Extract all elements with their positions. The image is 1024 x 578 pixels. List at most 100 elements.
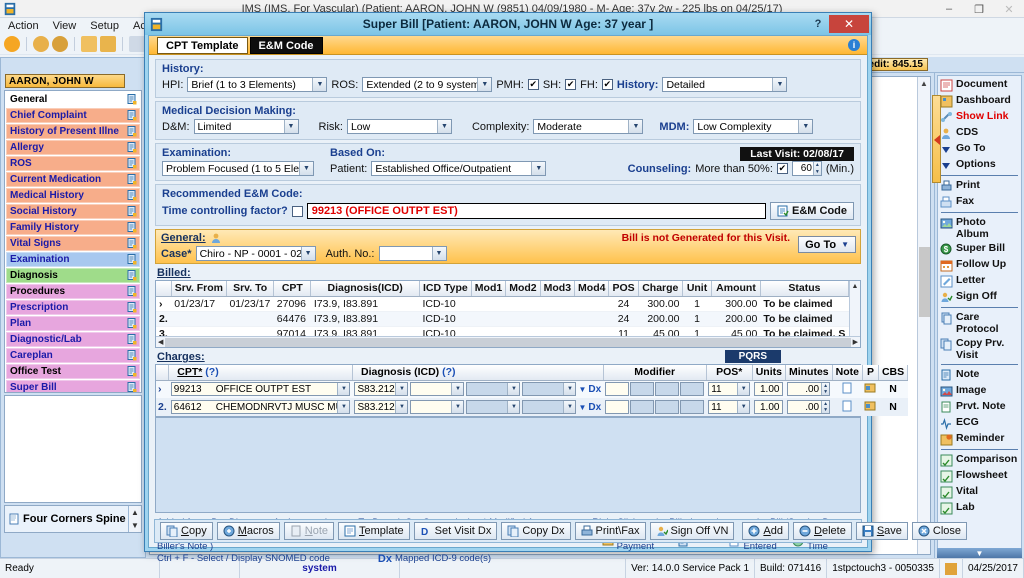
sidebar-item-super-bill[interactable]: Super Bill	[6, 380, 140, 393]
hpi-select[interactable]: Brief (1 to 3 Elements) ▼	[187, 77, 328, 92]
rail-item-note[interactable]: Note	[938, 367, 1021, 383]
stepper-arrows-icon[interactable]: ▲ ▼	[821, 401, 830, 413]
pos-select[interactable]: 11 ▼	[708, 400, 751, 414]
cell-modifier[interactable]	[603, 398, 706, 416]
cpt-select[interactable]: 99213 OFFICE OUTPT EST ▼	[170, 382, 351, 397]
sidebar-item-procedures[interactable]: Procedures	[6, 284, 140, 299]
section-document-icon[interactable]	[127, 222, 137, 233]
template-selector[interactable]: Four Corners Spine Ne ▲ ▼	[4, 505, 142, 533]
pqrs-badge[interactable]: PQRS	[724, 350, 781, 363]
modifier-3[interactable]	[655, 400, 680, 414]
patient-type-select[interactable]: Established Office/Outpatient ▼	[371, 161, 547, 176]
cell-minutes[interactable]: .00 ▲ ▼	[785, 380, 832, 398]
time-factor-checkbox[interactable]	[291, 205, 303, 217]
add-patient-icon[interactable]	[33, 36, 49, 52]
section-document-icon[interactable]	[127, 318, 137, 329]
delete-button[interactable]: Delete	[793, 522, 852, 540]
cell-modifier[interactable]	[603, 380, 706, 398]
sidebar-item-careplan[interactable]: Careplan	[6, 348, 140, 363]
table-row[interactable]: 2. 64612 CHEMODNRVTJ MUSC MUS ▼ S83.212A ▼ ▼ ▼ ▼…	[156, 398, 908, 416]
cpt-select[interactable]: 64612 CHEMODNRVTJ MUSC MUS ▼	[170, 400, 351, 414]
stepper-arrows-icon[interactable]: ▲ ▼	[812, 162, 821, 175]
table-row[interactable]: 3. 97014 I73.9, I83.891 ICD-10 11 45.00 1 45.00…	[156, 326, 849, 336]
payment-icon[interactable]	[864, 382, 876, 394]
dx-icon[interactable]: Dx	[588, 402, 601, 413]
section-document-icon[interactable]	[127, 366, 137, 377]
dx-icon[interactable]: Dx	[588, 384, 601, 395]
units-input[interactable]: 1.00	[754, 382, 784, 397]
tab-em-code[interactable]: E&M Code	[249, 37, 323, 54]
note-icon[interactable]	[841, 382, 853, 394]
scroll-right-arrow[interactable]: ▶	[853, 338, 858, 346]
dx4-select[interactable]: ▼	[522, 400, 577, 414]
rail-item-image[interactable]: Image	[938, 383, 1021, 399]
menu-view[interactable]: View	[53, 20, 77, 32]
cell-cpt[interactable]: 64612 CHEMODNRVTJ MUSC MUS ▼	[169, 398, 353, 416]
table-row[interactable]: 2. 64476 I73.9, I83.891 ICD-10 24 200.00 1 200.…	[156, 311, 849, 327]
dx1-select[interactable]: S83.212A ▼	[354, 382, 409, 397]
edit-patient-icon[interactable]	[52, 36, 68, 52]
scroll-left-arrow[interactable]: ◀	[158, 338, 163, 346]
rail-item-vital[interactable]: Vital	[938, 484, 1021, 500]
section-document-icon[interactable]	[127, 286, 137, 297]
section-document-icon[interactable]	[127, 142, 137, 153]
cell-units[interactable]: 1.00	[752, 398, 785, 416]
section-document-icon[interactable]	[127, 206, 137, 217]
rail-item-cds[interactable]: CDS	[938, 125, 1021, 141]
counseling-minutes-stepper[interactable]: 60 ▲ ▼	[791, 161, 822, 176]
sidebar-item-social-history[interactable]: Social History	[6, 204, 140, 219]
copy-button[interactable]: Copy	[160, 522, 213, 540]
template-button[interactable]: Template	[338, 522, 410, 540]
modifier-3[interactable]	[655, 382, 680, 397]
risk-select[interactable]: Low ▼	[346, 119, 452, 134]
pmh-checkbox[interactable]: ✔	[527, 79, 539, 90]
rail-item-prvt-note[interactable]: Prvt. Note	[938, 399, 1021, 415]
note-vertical-scrollbar[interactable]: ▲	[917, 77, 930, 554]
sidebar-item-examination[interactable]: Examination	[6, 252, 140, 267]
dx2-select[interactable]: ▼	[410, 382, 465, 397]
macros-button[interactable]: Macros	[216, 522, 280, 540]
section-document-icon[interactable]	[127, 110, 137, 121]
dx4-select[interactable]: ▼	[522, 382, 577, 397]
close-window-button[interactable]: ✕	[994, 0, 1024, 18]
dx3-select[interactable]: ▼	[466, 400, 521, 414]
save-button[interactable]: Save	[855, 522, 908, 540]
dx-expand-icon[interactable]: ▼	[578, 403, 586, 412]
cell-pos[interactable]: 11 ▼	[706, 380, 752, 398]
section-document-icon[interactable]	[127, 382, 137, 393]
examination-select[interactable]: Problem Focused (1 to 5 Elemen ▼	[162, 161, 314, 176]
sidebar-item-allergy[interactable]: Allergy	[6, 140, 140, 155]
rail-item-photo-album[interactable]: Photo Album	[938, 215, 1021, 241]
rail-item-follow-up[interactable]: Follow Up	[938, 257, 1021, 273]
rail-item-sign-off[interactable]: Sign Off	[938, 289, 1021, 305]
cell-p[interactable]	[862, 398, 878, 416]
cell-p[interactable]	[862, 380, 878, 398]
minutes-stepper[interactable]: .00 ▲ ▼	[787, 400, 831, 414]
modifier-2[interactable]	[630, 382, 655, 397]
rail-item-go-to[interactable]: Go To	[938, 141, 1021, 157]
section-document-icon[interactable]	[127, 302, 137, 313]
copy-dx-button[interactable]: Copy Dx	[501, 522, 571, 540]
rail-scroll-down[interactable]: ▼	[937, 548, 1022, 558]
section-document-icon[interactable]	[127, 126, 137, 137]
ros-select[interactable]: Extended (2 to 9 systems) ▼	[362, 77, 493, 92]
section-document-icon[interactable]	[127, 158, 137, 169]
sidebar-item-prescription[interactable]: Prescription	[6, 300, 140, 315]
rail-item-document[interactable]: Document	[938, 77, 1021, 93]
dx1-select[interactable]: S83.212A ▼	[354, 400, 409, 414]
minutes-stepper[interactable]: .00 ▲ ▼	[787, 382, 831, 397]
section-document-icon[interactable]	[127, 350, 137, 361]
history-level-select[interactable]: Detailed ▼	[662, 77, 788, 92]
section-document-icon[interactable]	[127, 238, 137, 249]
modifier-1[interactable]	[605, 400, 630, 414]
sidebar-item-plan[interactable]: Plan	[6, 316, 140, 331]
counseling-checkbox[interactable]: ✔	[776, 163, 788, 174]
scroll-thumb[interactable]	[165, 337, 851, 347]
add-button[interactable]: Add	[742, 522, 790, 540]
auth-no-select[interactable]: ▼	[378, 246, 447, 261]
modifier-4[interactable]	[680, 400, 705, 414]
close-button[interactable]: Close	[911, 522, 968, 540]
section-document-icon[interactable]	[127, 94, 137, 105]
status-tray-icon[interactable]	[940, 559, 963, 578]
sh-checkbox[interactable]: ✔	[565, 79, 577, 90]
